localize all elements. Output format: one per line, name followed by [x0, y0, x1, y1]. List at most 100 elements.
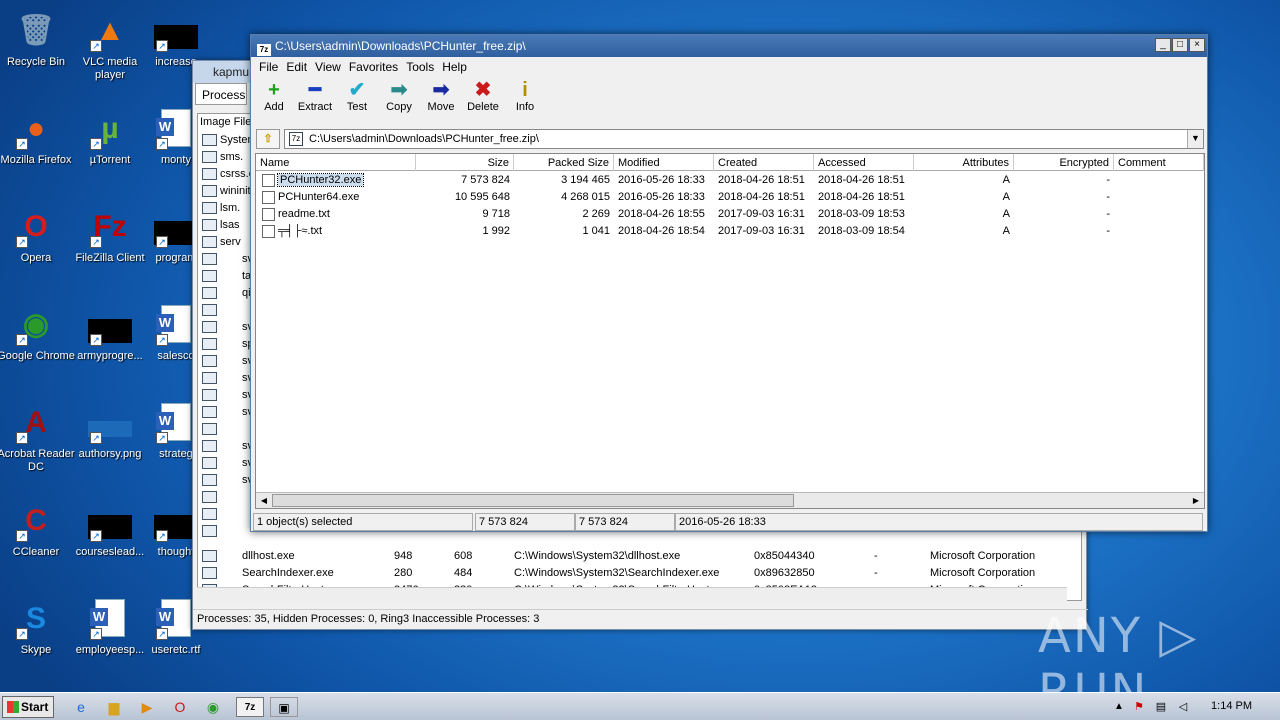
- shortcut-arrow-icon: ↗: [156, 236, 168, 248]
- column-header-comment[interactable]: Comment: [1114, 154, 1204, 171]
- tab-process[interactable]: Process: [195, 83, 247, 105]
- column-header-modified[interactable]: Modified: [614, 154, 714, 171]
- file-row[interactable]: ╤╡├≈.txt 1 992 1 041 2018-04-26 18:54 2017-0…: [256, 223, 1204, 240]
- process-row[interactable]: SearchIndexer.exe 280 484 C:\Windows\System…: [198, 565, 1081, 582]
- move-button[interactable]: ➡ Move: [421, 79, 461, 113]
- shortcut-arrow-icon: ↗: [90, 334, 102, 346]
- text-file-icon: [262, 208, 275, 221]
- column-header-image-file[interactable]: Image File: [200, 116, 251, 128]
- 7zip-window[interactable]: 7z C:\Users\admin\Downloads\PCHunter_free…: [250, 34, 1208, 532]
- desktop-icon-6[interactable]: O ↗ Opera: [0, 204, 76, 265]
- start-button[interactable]: Start: [2, 696, 54, 718]
- column-header-name[interactable]: Name: [256, 154, 416, 171]
- exe-file-icon: [262, 191, 275, 204]
- desktop-icon-18[interactable]: S ↗ Skype: [0, 596, 76, 657]
- shortcut-arrow-icon: ↗: [16, 236, 28, 248]
- desktop-icon-label: useretc.rtf: [151, 644, 201, 656]
- file-row[interactable]: PCHunter32.exe 7 573 824 3 194 465 2016-05-…: [256, 172, 1204, 189]
- file-cell-size: 10 595 648: [454, 191, 510, 203]
- file-cell-packed: 1 041: [582, 225, 610, 237]
- process-hacker-taskbar-icon[interactable]: ▣: [270, 697, 298, 717]
- shortcut-arrow-icon: ↗: [156, 530, 168, 542]
- menu-item-tools[interactable]: Tools: [406, 60, 434, 74]
- process-icon: [202, 440, 217, 452]
- desktop-icon-15[interactable]: C ↗ CCleaner: [0, 498, 76, 559]
- test-button[interactable]: ✔ Test: [337, 79, 377, 113]
- up-folder-button[interactable]: ⇧: [256, 129, 280, 149]
- horizontal-scrollbar[interactable]: [197, 587, 1067, 601]
- security-icon[interactable]: ⚑: [1128, 697, 1150, 717]
- extract-button[interactable]: ━ Extract: [295, 79, 335, 113]
- desktop-icon-12[interactable]: A ↗ Acrobat Reader DC: [0, 400, 76, 474]
- 7zip-taskbar-icon[interactable]: 7z: [236, 697, 264, 717]
- address-input[interactable]: 7z C:\Users\admin\Downloads\PCHunter_fre…: [284, 129, 1204, 149]
- shortcut-arrow-icon: ↗: [16, 432, 28, 444]
- file-row[interactable]: PCHunter64.exe 10 595 648 4 268 015 2016-05…: [256, 189, 1204, 206]
- shortcut-arrow-icon: ↗: [156, 334, 168, 346]
- column-header-size[interactable]: Size: [416, 154, 514, 171]
- minimize-button[interactable]: _: [1155, 38, 1171, 52]
- file-cell-created: 2018-04-26 18:51: [718, 191, 805, 203]
- volume-icon[interactable]: ◁: [1172, 697, 1194, 717]
- file-list[interactable]: Name Size Packed Size Modified Created Access…: [255, 153, 1205, 509]
- opera-icon[interactable]: O: [169, 697, 191, 717]
- taskbar: Start e ▆ ▶ O ◉ 7z ▣ ▲ ⚑ ▤ ◁ 1:14 PM: [0, 692, 1280, 720]
- chevron-down-icon[interactable]: ▼: [1187, 130, 1203, 148]
- menu-item-edit[interactable]: Edit: [286, 60, 307, 74]
- test-icon: ✔: [348, 79, 366, 101]
- maximize-button[interactable]: □: [1172, 38, 1188, 52]
- process-icon: [202, 389, 217, 401]
- info-button[interactable]: i Info: [505, 79, 545, 113]
- clock[interactable]: 1:14 PM: [1211, 700, 1252, 712]
- horizontal-scrollbar[interactable]: ◀ ▶: [256, 492, 1204, 508]
- process-icon: [202, 304, 217, 316]
- desktop-icon-0[interactable]: 🗑 Recycle Bin: [0, 8, 76, 69]
- process-cell-dash: -: [874, 550, 878, 562]
- menu-item-view[interactable]: View: [315, 60, 341, 74]
- 7zip-logo-icon: 7z: [257, 44, 271, 56]
- menu-item-file[interactable]: File: [259, 60, 278, 74]
- desktop-app-icon: S ↗: [14, 596, 58, 640]
- tray-expand-icon[interactable]: ▲: [1108, 697, 1130, 717]
- desktop-app-icon: ↗: [88, 596, 132, 640]
- shortcut-arrow-icon: ↗: [90, 40, 102, 52]
- file-cell-attr: A: [1002, 191, 1010, 203]
- file-name: readme.txt: [278, 208, 330, 220]
- menu-bar: File Edit View Favorites Tools Help: [251, 57, 1207, 77]
- chrome-icon[interactable]: ◉: [202, 697, 224, 717]
- menu-item-favorites[interactable]: Favorites: [349, 60, 398, 74]
- network-icon[interactable]: ▤: [1150, 697, 1172, 717]
- desktop-icon-3[interactable]: ● ↗ Mozilla Firefox: [0, 106, 76, 167]
- file-cell-attr: A: [1002, 208, 1010, 220]
- file-cell-accessed: 2018-04-26 18:51: [818, 174, 905, 186]
- process-cell-dash: -: [874, 567, 878, 579]
- column-header-accessed[interactable]: Accessed: [814, 154, 914, 171]
- add-button[interactable]: + Add: [254, 79, 294, 113]
- file-row[interactable]: readme.txt 9 718 2 269 2018-04-26 18:55 2017…: [256, 206, 1204, 223]
- process-row[interactable]: dllhost.exe 948 608 C:\Windows\System32\dll…: [198, 548, 1081, 565]
- shortcut-arrow-icon: ↗: [16, 628, 28, 640]
- scroll-right-icon[interactable]: ▶: [1189, 494, 1203, 507]
- process-icon: [202, 338, 217, 350]
- media-player-icon[interactable]: ▶: [136, 697, 158, 717]
- title-bar: 7z C:\Users\admin\Downloads\PCHunter_free…: [251, 35, 1207, 57]
- desktop-icon-9[interactable]: ◉ ↗ Google Chrome: [0, 302, 76, 363]
- copy-button[interactable]: ➡ Copy: [379, 79, 419, 113]
- internet-explorer-icon[interactable]: e: [70, 697, 92, 717]
- desktop-app-icon: A ↗: [14, 400, 58, 444]
- column-header-attributes[interactable]: Attributes: [914, 154, 1014, 171]
- desktop-app-icon: ● ↗: [14, 106, 58, 150]
- column-header-encrypted[interactable]: Encrypted: [1014, 154, 1114, 171]
- status-bar: 1 object(s) selected 7 573 824 7 573 824 20…: [253, 513, 1205, 531]
- explorer-icon[interactable]: ▆: [103, 697, 125, 717]
- icon-glyph: Fz: [93, 209, 127, 243]
- column-header-created[interactable]: Created: [714, 154, 814, 171]
- delete-button[interactable]: ✖ Delete: [463, 79, 503, 113]
- process-icon: [202, 236, 217, 248]
- scroll-thumb[interactable]: [272, 494, 794, 507]
- file-cell-attr: A: [1002, 174, 1010, 186]
- menu-item-help[interactable]: Help: [442, 60, 467, 74]
- column-header-packed-size[interactable]: Packed Size: [514, 154, 614, 171]
- close-button[interactable]: ×: [1189, 38, 1205, 52]
- scroll-left-icon[interactable]: ◀: [257, 494, 271, 507]
